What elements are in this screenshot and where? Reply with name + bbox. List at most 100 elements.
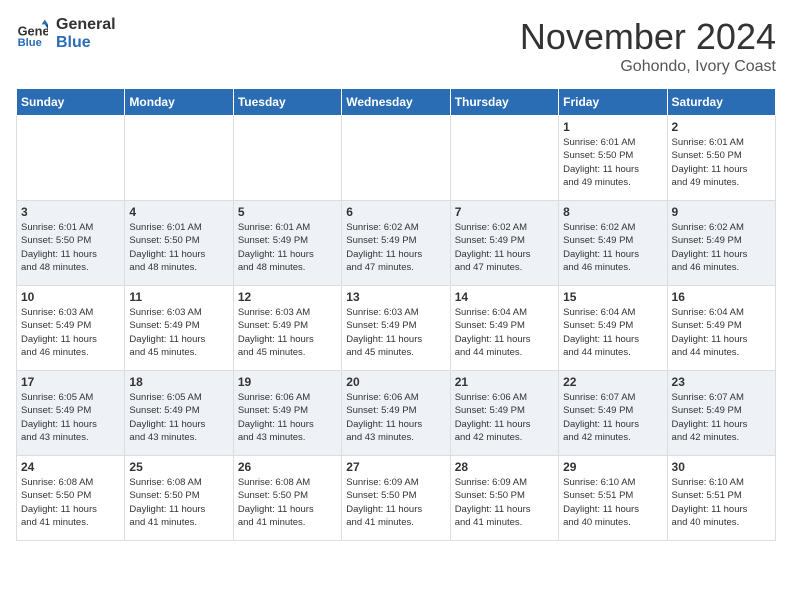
day-number: 24 bbox=[21, 460, 120, 474]
day-info: Sunrise: 6:10 AM Sunset: 5:51 PM Dayligh… bbox=[672, 476, 771, 529]
month-title: November 2024 bbox=[520, 16, 776, 58]
calendar-day-cell: 12 Sunrise: 6:03 AM Sunset: 5:49 PM Dayli… bbox=[233, 286, 341, 371]
calendar-table: Sunday Monday Tuesday Wednesday Thursday… bbox=[16, 88, 776, 541]
day-number: 14 bbox=[455, 290, 554, 304]
calendar-day-cell: 17 Sunrise: 6:05 AM Sunset: 5:49 PM Dayli… bbox=[17, 371, 125, 456]
col-thursday: Thursday bbox=[450, 89, 558, 116]
day-info: Sunrise: 6:02 AM Sunset: 5:49 PM Dayligh… bbox=[672, 221, 771, 274]
day-number: 11 bbox=[129, 290, 228, 304]
calendar-week-row: 17 Sunrise: 6:05 AM Sunset: 5:49 PM Dayli… bbox=[17, 371, 776, 456]
calendar-day-cell bbox=[342, 116, 450, 201]
day-info: Sunrise: 6:09 AM Sunset: 5:50 PM Dayligh… bbox=[346, 476, 445, 529]
calendar-day-cell: 15 Sunrise: 6:04 AM Sunset: 5:49 PM Dayli… bbox=[559, 286, 667, 371]
calendar-day-cell: 13Sunrise: 6:03 AM Sunset: 5:49 PM Dayli… bbox=[342, 286, 450, 371]
day-number: 27 bbox=[346, 460, 445, 474]
day-number: 18 bbox=[129, 375, 228, 389]
day-info: Sunrise: 6:01 AM Sunset: 5:50 PM Dayligh… bbox=[129, 221, 228, 274]
title-block: November 2024 Gohondo, Ivory Coast bbox=[520, 16, 776, 76]
calendar-day-cell: 22 Sunrise: 6:07 AM Sunset: 5:49 PM Dayli… bbox=[559, 371, 667, 456]
day-info: Sunrise: 6:05 AM Sunset: 5:49 PM Dayligh… bbox=[129, 391, 228, 444]
calendar-day-cell bbox=[125, 116, 233, 201]
day-info: Sunrise: 6:04 AM Sunset: 5:49 PM Dayligh… bbox=[672, 306, 771, 359]
day-number: 13 bbox=[346, 290, 445, 304]
day-number: 8 bbox=[563, 205, 662, 219]
calendar-day-cell: 20Sunrise: 6:06 AM Sunset: 5:49 PM Dayli… bbox=[342, 371, 450, 456]
day-number: 9 bbox=[672, 205, 771, 219]
svg-text:Blue: Blue bbox=[18, 37, 42, 49]
calendar-day-cell: 27 Sunrise: 6:09 AM Sunset: 5:50 PM Dayli… bbox=[342, 456, 450, 541]
day-info: Sunrise: 6:08 AM Sunset: 5:50 PM Dayligh… bbox=[129, 476, 228, 529]
day-number: 16 bbox=[672, 290, 771, 304]
logo-icon: General Blue bbox=[16, 18, 48, 50]
day-info: Sunrise: 6:05 AM Sunset: 5:49 PM Dayligh… bbox=[21, 391, 120, 444]
calendar-header-row: Sunday Monday Tuesday Wednesday Thursday… bbox=[17, 89, 776, 116]
calendar-day-cell bbox=[17, 116, 125, 201]
col-tuesday: Tuesday bbox=[233, 89, 341, 116]
calendar-day-cell: 14Sunrise: 6:04 AM Sunset: 5:49 PM Dayli… bbox=[450, 286, 558, 371]
calendar-day-cell: 5 Sunrise: 6:01 AM Sunset: 5:49 PM Daylig… bbox=[233, 201, 341, 286]
calendar-day-cell: 26 Sunrise: 6:08 AM Sunset: 5:50 PM Dayli… bbox=[233, 456, 341, 541]
page-header: General Blue General Blue November 2024 … bbox=[16, 16, 776, 76]
day-number: 17 bbox=[21, 375, 120, 389]
logo-text-blue: Blue bbox=[56, 34, 116, 52]
day-info: Sunrise: 6:08 AM Sunset: 5:50 PM Dayligh… bbox=[238, 476, 337, 529]
day-info: Sunrise: 6:08 AM Sunset: 5:50 PM Dayligh… bbox=[21, 476, 120, 529]
day-number: 1 bbox=[563, 120, 662, 134]
calendar-week-row: 10Sunrise: 6:03 AM Sunset: 5:49 PM Dayli… bbox=[17, 286, 776, 371]
logo-text-general: General bbox=[56, 16, 116, 34]
location-subtitle: Gohondo, Ivory Coast bbox=[520, 58, 776, 76]
calendar-day-cell: 2Sunrise: 6:01 AM Sunset: 5:50 PM Daylig… bbox=[667, 116, 775, 201]
day-info: Sunrise: 6:06 AM Sunset: 5:49 PM Dayligh… bbox=[346, 391, 445, 444]
calendar-day-cell: 19 Sunrise: 6:06 AM Sunset: 5:49 PM Dayli… bbox=[233, 371, 341, 456]
day-info: Sunrise: 6:09 AM Sunset: 5:50 PM Dayligh… bbox=[455, 476, 554, 529]
day-number: 12 bbox=[238, 290, 337, 304]
day-info: Sunrise: 6:07 AM Sunset: 5:49 PM Dayligh… bbox=[563, 391, 662, 444]
day-number: 5 bbox=[238, 205, 337, 219]
day-number: 6 bbox=[346, 205, 445, 219]
day-number: 19 bbox=[238, 375, 337, 389]
calendar-day-cell: 16 Sunrise: 6:04 AM Sunset: 5:49 PM Dayli… bbox=[667, 286, 775, 371]
col-monday: Monday bbox=[125, 89, 233, 116]
calendar-week-row: 3 Sunrise: 6:01 AM Sunset: 5:50 PM Daylig… bbox=[17, 201, 776, 286]
day-number: 23 bbox=[672, 375, 771, 389]
col-saturday: Saturday bbox=[667, 89, 775, 116]
day-info: Sunrise: 6:01 AM Sunset: 5:49 PM Dayligh… bbox=[238, 221, 337, 274]
day-number: 4 bbox=[129, 205, 228, 219]
day-number: 30 bbox=[672, 460, 771, 474]
day-number: 21 bbox=[455, 375, 554, 389]
calendar-day-cell: 24 Sunrise: 6:08 AM Sunset: 5:50 PM Dayli… bbox=[17, 456, 125, 541]
day-number: 26 bbox=[238, 460, 337, 474]
day-number: 7 bbox=[455, 205, 554, 219]
col-wednesday: Wednesday bbox=[342, 89, 450, 116]
day-info: Sunrise: 6:04 AM Sunset: 5:49 PM Dayligh… bbox=[563, 306, 662, 359]
calendar-day-cell: 10Sunrise: 6:03 AM Sunset: 5:49 PM Dayli… bbox=[17, 286, 125, 371]
calendar-day-cell: 6Sunrise: 6:02 AM Sunset: 5:49 PM Daylig… bbox=[342, 201, 450, 286]
day-info: Sunrise: 6:02 AM Sunset: 5:49 PM Dayligh… bbox=[455, 221, 554, 274]
calendar-body: 1 Sunrise: 6:01 AM Sunset: 5:50 PM Daylig… bbox=[17, 116, 776, 541]
calendar-day-cell: 29 Sunrise: 6:10 AM Sunset: 5:51 PM Dayli… bbox=[559, 456, 667, 541]
day-info: Sunrise: 6:01 AM Sunset: 5:50 PM Dayligh… bbox=[563, 136, 662, 189]
col-friday: Friday bbox=[559, 89, 667, 116]
day-info: Sunrise: 6:02 AM Sunset: 5:49 PM Dayligh… bbox=[563, 221, 662, 274]
day-info: Sunrise: 6:03 AM Sunset: 5:49 PM Dayligh… bbox=[238, 306, 337, 359]
calendar-day-cell: 3Sunrise: 6:01 AM Sunset: 5:50 PM Daylig… bbox=[17, 201, 125, 286]
day-info: Sunrise: 6:06 AM Sunset: 5:49 PM Dayligh… bbox=[238, 391, 337, 444]
calendar-day-cell bbox=[450, 116, 558, 201]
day-info: Sunrise: 6:01 AM Sunset: 5:50 PM Dayligh… bbox=[672, 136, 771, 189]
calendar-day-cell: 11 Sunrise: 6:03 AM Sunset: 5:49 PM Dayli… bbox=[125, 286, 233, 371]
calendar-day-cell: 25Sunrise: 6:08 AM Sunset: 5:50 PM Dayli… bbox=[125, 456, 233, 541]
calendar-day-cell: 7 Sunrise: 6:02 AM Sunset: 5:49 PM Daylig… bbox=[450, 201, 558, 286]
calendar-week-row: 1 Sunrise: 6:01 AM Sunset: 5:50 PM Daylig… bbox=[17, 116, 776, 201]
calendar-day-cell: 9 Sunrise: 6:02 AM Sunset: 5:49 PM Daylig… bbox=[667, 201, 775, 286]
day-number: 3 bbox=[21, 205, 120, 219]
calendar-day-cell: 23 Sunrise: 6:07 AM Sunset: 5:49 PM Dayli… bbox=[667, 371, 775, 456]
day-info: Sunrise: 6:06 AM Sunset: 5:49 PM Dayligh… bbox=[455, 391, 554, 444]
day-info: Sunrise: 6:07 AM Sunset: 5:49 PM Dayligh… bbox=[672, 391, 771, 444]
day-number: 22 bbox=[563, 375, 662, 389]
day-number: 29 bbox=[563, 460, 662, 474]
day-info: Sunrise: 6:03 AM Sunset: 5:49 PM Dayligh… bbox=[129, 306, 228, 359]
day-number: 15 bbox=[563, 290, 662, 304]
day-info: Sunrise: 6:10 AM Sunset: 5:51 PM Dayligh… bbox=[563, 476, 662, 529]
calendar-day-cell: 8 Sunrise: 6:02 AM Sunset: 5:49 PM Daylig… bbox=[559, 201, 667, 286]
calendar-day-cell: 18 Sunrise: 6:05 AM Sunset: 5:49 PM Dayli… bbox=[125, 371, 233, 456]
